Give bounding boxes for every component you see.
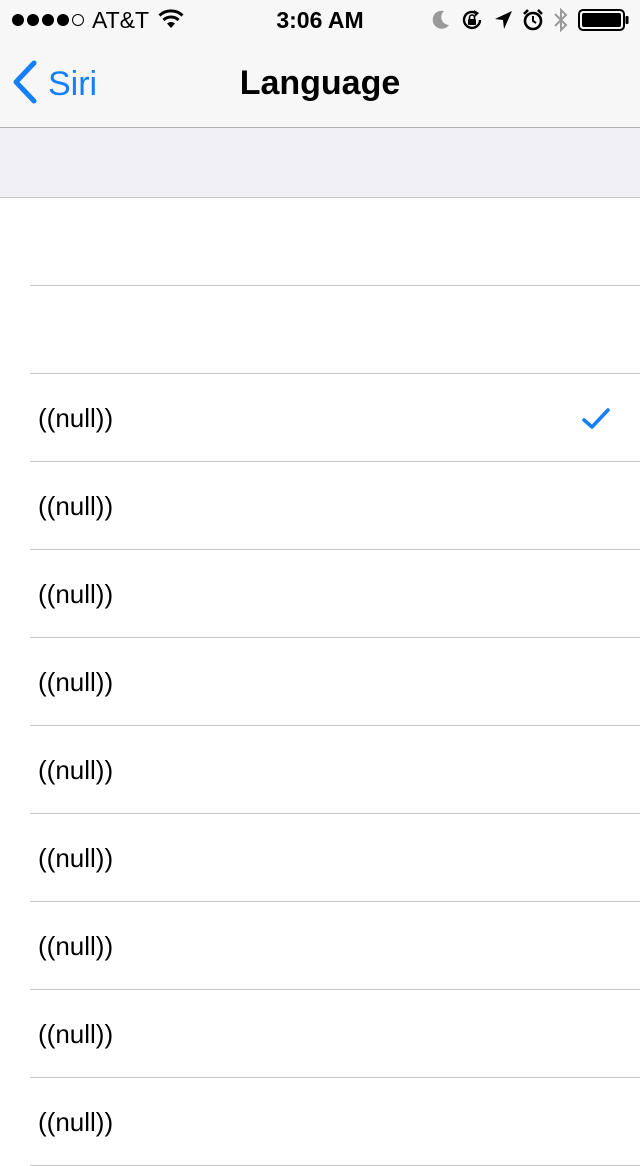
moon-icon — [431, 9, 451, 31]
list-item-label: ((null)) — [38, 755, 114, 785]
language-list: ((null)) ((null)) ((null)) ((null)) ((nu… — [0, 198, 640, 1166]
section-header — [0, 128, 640, 198]
list-item-label: ((null)) — [38, 403, 114, 433]
location-icon — [493, 9, 513, 31]
status-bar: AT&T 3:06 AM — [0, 0, 640, 40]
list-item-label: ((null)) — [38, 1019, 114, 1049]
battery-icon — [578, 8, 630, 32]
list-item[interactable]: ((null)) — [0, 550, 640, 638]
bluetooth-icon — [553, 7, 569, 33]
list-item[interactable] — [0, 198, 640, 286]
list-item[interactable]: ((null)) — [0, 462, 640, 550]
list-item-label: ((null)) — [38, 1107, 114, 1137]
list-item[interactable]: ((null)) — [0, 638, 640, 726]
status-right — [431, 7, 630, 33]
list-item[interactable]: ((null)) — [0, 990, 640, 1078]
list-item[interactable]: ((null)) — [0, 814, 640, 902]
list-item[interactable]: ((null)) — [0, 1078, 640, 1166]
list-item[interactable]: ((null)) — [0, 902, 640, 990]
list-item-label: ((null)) — [38, 931, 114, 961]
page-title: Language — [239, 64, 401, 102]
rotation-lock-icon — [460, 8, 484, 32]
list-item-selected[interactable]: ((null)) — [0, 374, 640, 462]
checkmark-icon — [582, 408, 610, 435]
list-item-label: ((null)) — [38, 491, 114, 521]
list-item-label: ((null)) — [38, 667, 114, 697]
list-item-label: ((null)) — [38, 579, 114, 609]
list-item-label: ((null)) — [38, 843, 114, 873]
alarm-icon — [522, 8, 544, 32]
list-item[interactable]: ((null)) — [0, 726, 640, 814]
navigation-bar: Siri Language — [0, 40, 640, 128]
list-item[interactable] — [0, 286, 640, 374]
